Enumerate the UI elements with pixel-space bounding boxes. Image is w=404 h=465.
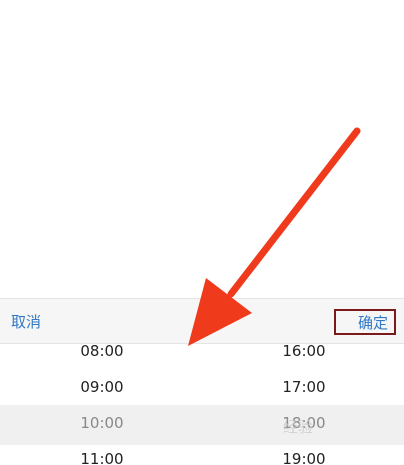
picker-row[interactable]: 19:00 — [204, 441, 404, 465]
picker-row[interactable]: 09:00 — [2, 369, 202, 405]
end-time-column[interactable]: 16:00 17:00 18:00 19:00 — [204, 344, 404, 465]
picker-toolbar: 取消 确定 — [0, 298, 404, 344]
picker-row[interactable]: 08:00 — [2, 344, 202, 369]
blank-content-area — [0, 0, 404, 298]
picker-wheel[interactable]: 08:00 09:00 10:00 11:00 16:00 17:00 18:0… — [0, 344, 404, 465]
picker-row-selected[interactable]: 10:00 — [2, 405, 202, 441]
picker-row[interactable]: 17:00 — [204, 369, 404, 405]
picker-row[interactable]: 16:00 — [204, 344, 404, 369]
cancel-button[interactable]: 取消 — [11, 299, 41, 345]
confirm-button[interactable]: 确定 — [333, 309, 396, 335]
watermark-logo: 经验 — [283, 418, 314, 436]
time-picker-sheet: 取消 确定 08:00 09:00 10:00 11:00 16:00 17:0… — [0, 298, 404, 465]
picker-row[interactable]: 11:00 — [2, 441, 202, 465]
start-time-column[interactable]: 08:00 09:00 10:00 11:00 — [2, 344, 202, 465]
